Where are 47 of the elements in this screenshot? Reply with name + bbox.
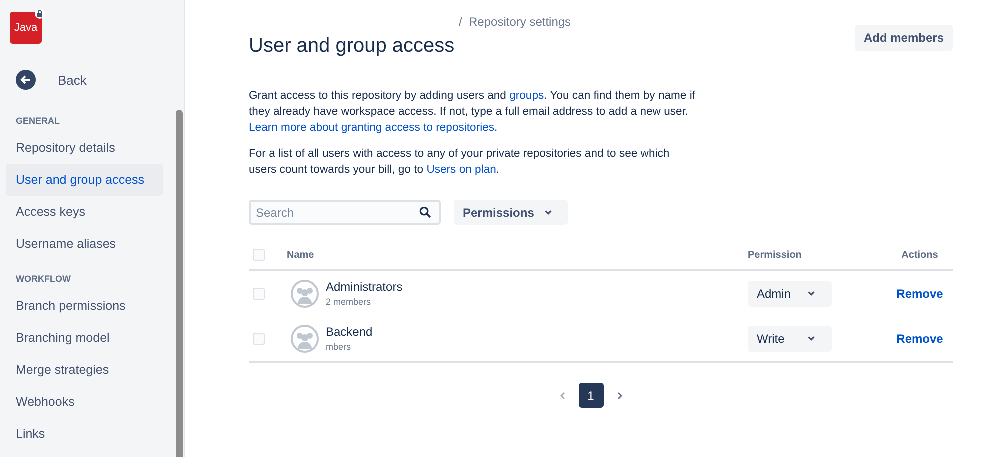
- page-title: User and group access: [249, 35, 455, 58]
- nav-item[interactable]: Merge strategies: [6, 354, 163, 386]
- repository-logo: Java: [10, 12, 42, 44]
- nav-item[interactable]: Webhooks: [6, 386, 163, 418]
- search-icon: [419, 206, 432, 219]
- permission-dropdown[interactable]: Admin: [748, 280, 832, 306]
- remove-link[interactable]: Remove: [896, 332, 944, 346]
- add-members-button[interactable]: Add members: [854, 25, 953, 51]
- nav-item[interactable]: Username aliases: [6, 228, 163, 260]
- nav-item[interactable]: User and group access: [6, 164, 163, 196]
- nav-item[interactable]: Branch permissions: [6, 290, 163, 322]
- column-header: Permission: [748, 250, 803, 260]
- search-field[interactable]: Search: [249, 200, 441, 225]
- breadcrumb: / Repository settings: [459, 15, 572, 29]
- column-header: Actions: [900, 250, 940, 260]
- section-heading: WORKFLOW: [16, 274, 72, 284]
- chevron-down-icon: [544, 208, 553, 217]
- member-count: 2 members: [326, 297, 372, 307]
- row-checkbox[interactable]: [253, 332, 265, 344]
- member-count: mbers: [326, 342, 352, 352]
- permission-dropdown[interactable]: Write: [748, 326, 832, 352]
- text-link[interactable]: Users on plan: [426, 164, 496, 176]
- nav-item[interactable]: Links: [6, 418, 163, 450]
- text-link[interactable]: Learn more about granting access to repositories.: [249, 122, 498, 134]
- remove-link[interactable]: Remove: [896, 286, 944, 300]
- page-button[interactable]: 1: [578, 383, 604, 408]
- select-all-checkbox[interactable]: [253, 249, 265, 261]
- back-link[interactable]: Back: [16, 70, 184, 90]
- column-header: Name: [287, 250, 316, 260]
- nav-item[interactable]: Repository details: [6, 132, 163, 164]
- group-name: Administrators: [326, 280, 403, 294]
- group-avatar-icon: [291, 280, 319, 308]
- chevron-down-icon: [807, 289, 816, 298]
- chevron-down-icon: [807, 334, 816, 343]
- lock-icon: [35, 9, 45, 19]
- scrollbar[interactable]: [176, 110, 183, 457]
- description-text: For a list of all users with access to any of your private repositories and to see which users count towards your bill, go to Users on plan.: [249, 147, 671, 178]
- section-heading: GENERAL: [16, 116, 62, 126]
- nav-item[interactable]: Branching model: [6, 322, 163, 354]
- nav-item[interactable]: Access keys: [6, 196, 163, 228]
- previous-page-icon[interactable]: [558, 390, 568, 400]
- description-text: Grant access to this repository by adding users and groups. You can find them by name if they already have workspace access. If not, type a full email address to add a new user. Learn more about granting access to repositories.: [249, 89, 696, 136]
- permissions-dropdown[interactable]: Permissions: [454, 200, 568, 225]
- text-link[interactable]: groups: [510, 90, 544, 102]
- group-name: Backend: [326, 325, 373, 339]
- row-checkbox[interactable]: [253, 288, 265, 300]
- group-avatar-icon: [291, 324, 319, 352]
